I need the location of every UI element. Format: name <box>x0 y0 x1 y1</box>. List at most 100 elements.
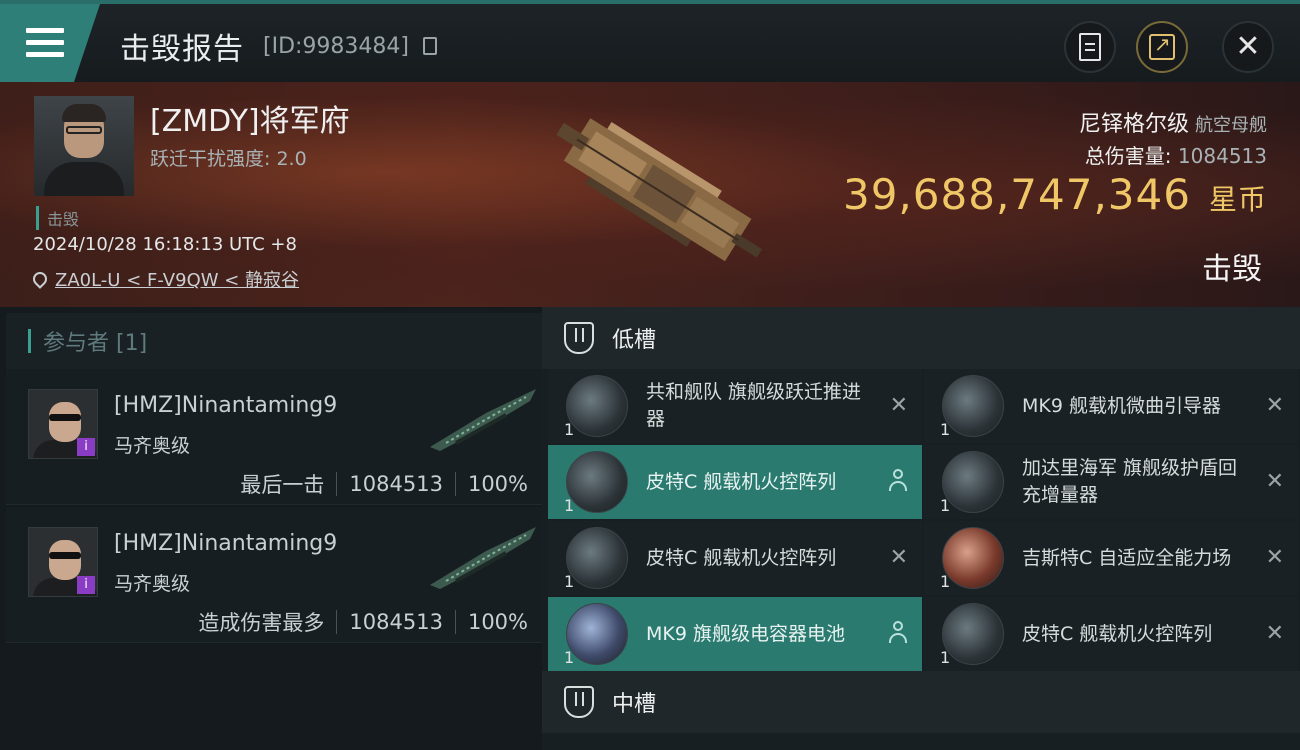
destroyed-x-icon: ✕ <box>1265 393 1284 418</box>
victim-name[interactable]: [ZMDY]将军府 <box>150 96 350 140</box>
module-item[interactable]: 1 皮特C 舰载机火控阵列 ✕ <box>548 521 922 595</box>
module-item[interactable]: 1 MK9 旗舰级电容器电池 <box>548 597 922 671</box>
document-icon <box>1079 33 1101 61</box>
share-button[interactable] <box>1136 21 1188 73</box>
attacker-ship: 马齐奥级 <box>114 435 191 457</box>
module-qty: 1 <box>940 420 951 439</box>
dropped-user-icon <box>888 621 908 643</box>
share-icon <box>1149 32 1175 60</box>
ship-name: 尼铎格尔级 <box>1078 112 1189 137</box>
victim-ship-class[interactable]: 尼铎格尔级 航空母舰 <box>1079 106 1267 138</box>
destroyed-x-icon: ✕ <box>889 393 908 418</box>
attacker-damage: 1084513 <box>349 472 443 496</box>
mid-slot-icon <box>564 686 594 718</box>
module-name: 皮特C 舰载机火控阵列 <box>646 546 837 569</box>
attacker-ship: 马齐奥级 <box>114 573 191 595</box>
attacker-row[interactable]: i [HMZ]Ninantaming9 马齐奥级 造成伤害最多 1084513 … <box>6 507 542 643</box>
warp-drive-module-icon <box>566 375 628 437</box>
dropped-user-icon <box>888 469 908 491</box>
total-damage: 总伤害量: 1084513 <box>1085 140 1267 169</box>
location-pin-icon <box>30 269 50 289</box>
module-name: 吉斯特C 自适应全能力场 <box>1022 546 1232 569</box>
close-button[interactable]: ✕ <box>1222 21 1274 73</box>
adaptive-field-module-icon <box>942 527 1004 589</box>
mid-slot-header: 中槽 <box>542 671 1300 733</box>
destroyed-x-icon: ✕ <box>1265 545 1284 570</box>
module-name: 共和舰队 旗舰级跃迁推进器 <box>646 381 862 430</box>
module-name: MK9 旗舰级电容器电池 <box>646 622 845 645</box>
ship-type: 航空母舰 <box>1195 115 1267 136</box>
low-slot-icon <box>564 322 594 354</box>
isk-amount: 39,688,747,346 <box>842 170 1191 219</box>
total-damage-value: 1084513 <box>1177 144 1267 168</box>
participants-header: 参与者 [1] <box>6 313 542 369</box>
kill-tag: 击毁 <box>36 206 79 230</box>
module-qty: 1 <box>564 496 575 515</box>
fire-control-module-icon <box>942 603 1004 665</box>
destroyed-x-icon: ✕ <box>1265 621 1284 646</box>
victim-portrait[interactable] <box>34 96 134 196</box>
fitting-panel: 低槽 1 共和舰队 旗舰级跃迁推进器 ✕ 1 MK9 舰载机微曲引导器 ✕ 1 … <box>542 307 1300 750</box>
attacker-stats: 造成伤害最多 1084513 100% <box>198 607 528 637</box>
module-qty: 1 <box>940 648 951 667</box>
low-slot-label: 低槽 <box>612 328 657 353</box>
kill-status: 击毁 <box>1202 252 1262 287</box>
attacker-stats: 最后一击 1084513 100% <box>240 469 528 499</box>
copy-icon[interactable] <box>423 37 437 55</box>
attacker-name: [HMZ]Ninantaming9 <box>114 393 338 418</box>
info-badge-icon: i <box>77 576 95 594</box>
header-bar: 击毁报告 [ID:9983484] ✕ <box>0 0 1300 82</box>
destroyed-x-icon: ✕ <box>1265 469 1284 494</box>
close-icon: ✕ <box>1235 29 1261 64</box>
module-name: 加达里海军 旗舰级护盾回充增量器 <box>1022 457 1238 506</box>
location-link[interactable]: ZA0L-U < F-V9QW < 静寂谷 <box>55 266 299 292</box>
module-item[interactable]: 1 皮特C 舰载机火控阵列 <box>548 445 922 519</box>
module-qty: 1 <box>940 572 951 591</box>
attacker-percent: 100% <box>467 610 528 634</box>
document-button[interactable] <box>1064 21 1116 73</box>
attacker-name: [HMZ]Ninantaming9 <box>114 531 338 556</box>
module-item[interactable]: 1 MK9 舰载机微曲引导器 ✕ <box>924 369 1298 443</box>
attacker-damage: 1084513 <box>349 610 443 634</box>
isk-value: 39,688,747,346 星币 <box>843 170 1267 219</box>
participants-title: 参与者 [1] <box>43 331 148 356</box>
info-badge-icon: i <box>77 438 95 456</box>
total-damage-label: 总伤害量: <box>1084 144 1172 168</box>
module-qty: 1 <box>564 572 575 591</box>
module-qty: 1 <box>564 648 575 667</box>
fire-control-module-icon <box>566 527 628 589</box>
attacker-ship-image <box>430 389 536 451</box>
attacker-avatar[interactable]: i <box>28 527 98 597</box>
module-item[interactable]: 1 共和舰队 旗舰级跃迁推进器 ✕ <box>548 369 922 443</box>
victim-banner: [ZMDY]将军府 跃迁干扰强度: 2.0 击毁 2024/10/28 16:1… <box>0 82 1300 307</box>
capacitor-battery-module-icon <box>566 603 628 665</box>
destroyed-x-icon: ✕ <box>889 545 908 570</box>
attacker-percent: 100% <box>467 472 528 496</box>
attacker-row[interactable]: i [HMZ]Ninantaming9 马齐奥级 最后一击 1084513 10… <box>6 369 542 505</box>
module-item[interactable]: 1 吉斯特C 自适应全能力场 ✕ <box>924 521 1298 595</box>
module-name: 皮特C 舰载机火控阵列 <box>646 470 837 493</box>
module-item[interactable]: 1 皮特C 舰载机火控阵列 ✕ <box>924 597 1298 671</box>
module-name: MK9 舰载机微曲引导器 <box>1022 394 1221 417</box>
kill-datetime: 2024/10/28 16:18:13 UTC +8 <box>33 234 297 255</box>
kill-location[interactable]: ZA0L-U < F-V9QW < 静寂谷 <box>30 266 299 292</box>
module-item[interactable]: 1 加达里海军 旗舰级护盾回充增量器 ✕ <box>924 445 1298 519</box>
fighter-link-module-icon <box>942 375 1004 437</box>
shield-booster-module-icon <box>942 451 1004 513</box>
module-name: 皮特C 舰载机火控阵列 <box>1022 622 1213 645</box>
hamburger-menu-icon <box>26 28 64 58</box>
jump-jam-strength: 跃迁干扰强度: 2.0 <box>150 148 307 170</box>
isk-unit: 星币 <box>1208 183 1267 216</box>
section-accent-bar <box>28 329 31 353</box>
attacker-role: 最后一击 <box>240 473 325 497</box>
module-qty: 1 <box>940 496 951 515</box>
attacker-avatar[interactable]: i <box>28 389 98 459</box>
page-title: 击毁报告 <box>120 32 244 67</box>
attacker-ship-image <box>430 527 536 589</box>
low-slot-header: 低槽 <box>542 307 1300 369</box>
module-qty: 1 <box>564 420 575 439</box>
attacker-role: 造成伤害最多 <box>198 611 325 635</box>
menu-button[interactable] <box>0 4 100 82</box>
mid-slot-label: 中槽 <box>612 692 657 717</box>
report-id: [ID:9983484] <box>263 34 409 59</box>
